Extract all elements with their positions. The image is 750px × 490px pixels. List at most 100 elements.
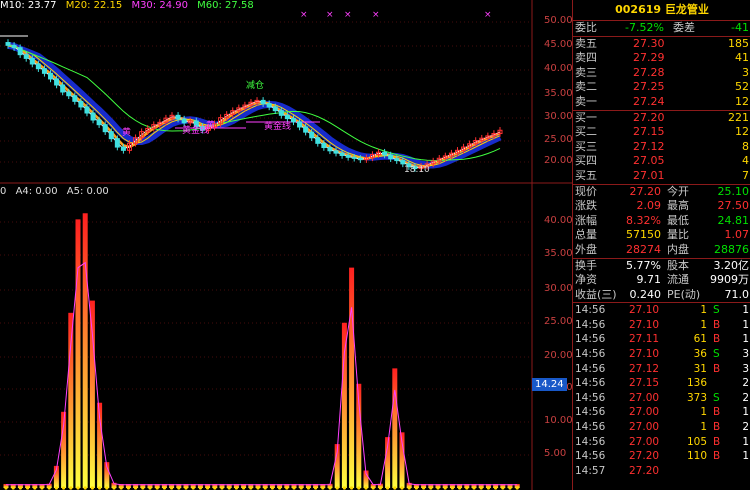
trade-time: 14:56 [575,421,606,434]
baseline-dot [263,486,267,490]
price-axis-label: 45.00 [544,39,573,50]
baseline-dot [98,486,102,490]
baseline-dot [76,486,80,490]
candle-body [357,157,363,161]
trade-price: 27.12 [629,362,660,375]
baseline-dot [234,486,238,490]
indicator-bar [89,300,95,488]
kline-chart-area[interactable]: × × × × × M10: 23.77 M20: 22.15 M30: 24.90 M… [0,0,573,490]
baseline-dot [292,486,296,490]
candle-body [278,110,284,116]
stock-title[interactable]: 002619 巨龙管业 [573,0,750,21]
trade-price: 27.15 [629,377,660,390]
indicator-legend: 0 A4: 0.00 A5: 0.00 [0,186,115,197]
fundamental-value: 9.71 [636,273,662,287]
trade-count: 2 [742,377,749,390]
baseline-dot [191,486,195,490]
quote-value: 28274 [626,242,661,256]
period-low-label: 18.10 [404,165,430,175]
ask-price: 27.28 [633,65,665,79]
baseline-dot [40,486,44,490]
commission-ratio-value: -7.52% [625,21,664,34]
commission-row: 委比 -7.52% 委差 -41 [573,21,750,36]
quote-label: 涨跌 [575,199,597,213]
baseline-dot [220,486,224,490]
ask-book: 卖五 27.30 185 卖四 27.29 41 卖三 27.28 3 卖二 27.25 52 卖一 27… [573,35,750,110]
candle-body [48,72,54,80]
short-golden-label: 黄 [206,121,216,131]
bid-book: 买一 27.20 221 买二 27.15 12 买三 27.12 8 买四 27.05 4 买五 27.… [573,109,750,184]
trade-count: 1 [742,450,749,463]
trade-volume: 31 [693,362,707,375]
trade-price: 27.00 [629,435,660,448]
baseline-dot [335,486,339,490]
trade-row: 14:56 27.00 105 B 1 [573,435,750,450]
baseline-dot [112,486,116,490]
indicator-bar [82,213,88,488]
quote-value: 1.07 [724,228,750,242]
bid-volume: 7 [742,168,749,182]
trade-time: 14:56 [575,318,606,331]
candle-body [66,91,72,97]
quote-value: 24.81 [717,213,750,227]
tick-trades[interactable]: 14:56 27.10 1 S 1 14:56 27.10 1 B 1 14:56 27.11 61 B 1… [573,302,750,478]
fundamental-row: 收益(三) 0.240 PE(动) 71.0 [573,288,750,303]
quote-label: 今开 [667,184,689,198]
indicator-axis-label: 35.00 [544,248,573,259]
baseline-dot [429,486,433,490]
baseline-dot [227,486,231,490]
baseline-dot [501,486,505,490]
quote-row: 外盘 28274 内盘 28876 [573,243,750,258]
trade-count: 2 [742,421,749,434]
candle-body [90,112,96,121]
bid-volume: 4 [742,154,749,168]
kline-chart-svg[interactable]: × × × × × [0,0,572,490]
ask-volume: 41 [735,51,749,65]
price-axis-label: 20.00 [544,155,573,166]
candle-body [382,151,388,156]
trade-volume: 373 [686,391,707,404]
baseline-dot [414,486,418,490]
fundamental-label: 股本 [667,258,689,272]
quote-label: 涨幅 [575,213,597,227]
ma10-value: M10: 23.77 [0,0,57,11]
ask-row: 卖五 27.30 185 [573,37,750,52]
candle-body [309,131,315,139]
trade-side: B [713,421,721,434]
baseline-dot [105,486,109,490]
candle-body [114,138,120,148]
quote-label: 最低 [667,213,689,227]
candle-body [272,106,278,112]
quote-label: 最高 [667,199,689,213]
top-markers: × × × × × [300,10,492,20]
trade-count: 1 [742,435,749,448]
candle-body [394,158,400,162]
crosshair-value-badge: 14.24 [532,378,567,391]
indicator-bar [75,219,81,489]
baseline-dot [371,486,375,490]
ma30-value: M30: 24.90 [131,0,188,11]
indicator-axis-label: 20.00 [544,350,573,361]
stock-name: 巨龙管业 [664,3,709,16]
trade-price: 27.00 [629,391,660,404]
baseline-dot [249,486,253,490]
trade-side: S [713,304,720,317]
baseline-dot [299,486,303,490]
bid-row: 买一 27.20 221 [573,111,750,126]
ma20-value: M20: 22.15 [65,0,123,11]
candle-body [108,131,114,140]
baseline-dot [436,486,440,490]
trade-volume: 61 [693,333,707,346]
candle-body [388,154,394,160]
indicator-axis-label: 30.00 [544,283,573,294]
reduce-position-label: 减仓 [246,81,265,91]
fundamental-value: 9909万 [710,273,749,287]
indicator-bar [349,267,355,488]
indicator-bar [392,368,398,488]
trade-time: 14:56 [575,391,606,404]
trade-row: 14:56 27.10 1 B 1 [573,318,750,333]
ma-legend: M10: 23.77 M20: 22.15 M30: 24.90 M60: 27… [0,0,260,12]
trade-price: 27.00 [629,421,660,434]
bid-volume: 8 [742,139,749,153]
quote-row: 现价 27.20 今开 25.10 [573,185,750,200]
